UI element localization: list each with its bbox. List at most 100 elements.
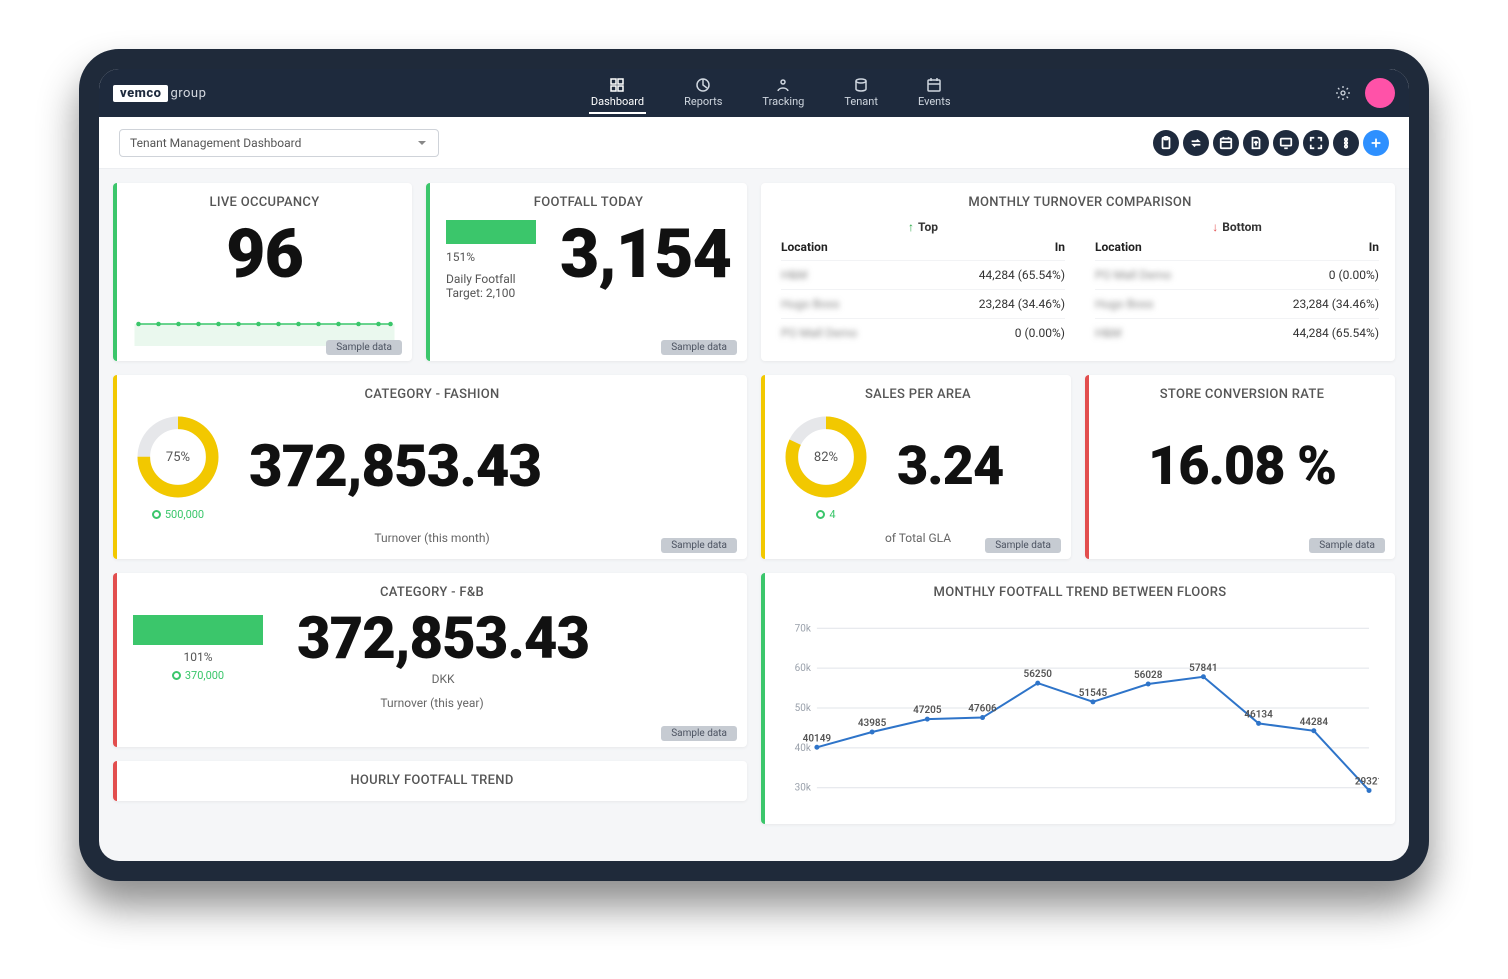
btn-clipboard[interactable] — [1153, 130, 1179, 156]
card-title: SALES PER AREA — [781, 387, 1055, 402]
nav-events[interactable]: Events — [916, 73, 953, 114]
svg-text:43985: 43985 — [858, 718, 887, 729]
donut-percent: 82% — [781, 412, 871, 502]
svg-text:47606: 47606 — [968, 704, 997, 715]
dashboard-selector[interactable]: Tenant Management Dashboard — [119, 129, 439, 157]
card-title: FOOTFALL TODAY — [446, 195, 731, 210]
svg-text:40149: 40149 — [803, 733, 832, 744]
cell-location: H&M — [781, 261, 914, 290]
dashboard-grid: LIVE OCCUPANCY 96 Sample data FOOTFALL T… — [99, 169, 1409, 838]
card-title: MONTHLY TURNOVER COMPARISON — [781, 195, 1379, 210]
selector-value: Tenant Management Dashboard — [130, 136, 301, 150]
footfall-bar — [446, 220, 536, 244]
arrow-down-icon: ↓ — [1212, 220, 1218, 234]
reports-icon — [695, 77, 711, 93]
svg-text:56028: 56028 — [1134, 670, 1163, 681]
svg-text:70k: 70k — [795, 623, 812, 634]
fb-bar — [133, 615, 263, 645]
gear-icon[interactable] — [1335, 85, 1351, 101]
chevron-down-icon — [416, 137, 428, 149]
cell-in: 23,284 (34.46%) — [1228, 290, 1379, 319]
donut-percent: 75% — [133, 412, 223, 502]
th-in: In — [1228, 234, 1379, 261]
card-conversion-rate: STORE CONVERSION RATE 16.08 % Sample dat… — [1085, 375, 1395, 559]
btn-add[interactable] — [1363, 130, 1389, 156]
svg-text:44284: 44284 — [1300, 717, 1329, 728]
footfall-percent: 151% — [446, 250, 536, 264]
card-monthly-turnover: MONTHLY TURNOVER COMPARISON ↑Top Locatio… — [761, 183, 1395, 361]
footfall-value: 3,154 — [560, 220, 731, 288]
svg-text:47205: 47205 — [913, 705, 942, 716]
sample-badge: Sample data — [661, 726, 737, 741]
card-live-occupancy: LIVE OCCUPANCY 96 Sample data — [113, 183, 412, 361]
card-title: HOURLY FOOTFALL TREND — [133, 773, 731, 788]
btn-display[interactable] — [1273, 130, 1299, 156]
cell-in: 23,284 (34.46%) — [914, 290, 1065, 319]
cell-location: H&M — [1095, 319, 1228, 348]
card-sales-per-area: SALES PER AREA 82% 4 3.24 — [761, 375, 1071, 559]
donut-legend: 500,000 — [165, 508, 204, 521]
cell-in: 0 (0.00%) — [914, 319, 1065, 348]
sales-donut: 82% — [781, 412, 871, 502]
nav-label: Dashboard — [591, 95, 644, 108]
fb-value: 372,853.43 — [297, 610, 589, 668]
sales-value: 3.24 — [897, 440, 1003, 494]
card-title: STORE CONVERSION RATE — [1105, 387, 1379, 402]
conversion-value: 16.08 % — [1148, 440, 1336, 494]
legend-ring-icon — [152, 510, 161, 519]
btn-switch[interactable] — [1183, 130, 1209, 156]
nav-tenant[interactable]: Tenant — [842, 73, 880, 114]
table-row: PO Mall Demo0 (0.00%) — [781, 319, 1065, 348]
turnover-top-table: LocationIn H&M44,284 (65.54%) Hugo Boss2… — [781, 234, 1065, 347]
cell-location: Hugo Boss — [1095, 290, 1228, 319]
nav-reports[interactable]: Reports — [682, 73, 724, 114]
brand-light: group — [170, 86, 206, 101]
donut-legend: 4 — [829, 508, 835, 521]
svg-text:57841: 57841 — [1189, 663, 1217, 674]
th-location: Location — [781, 234, 914, 261]
svg-text:60k: 60k — [795, 663, 812, 674]
brand-bold: vemco — [113, 85, 168, 102]
legend-ring-icon — [816, 510, 825, 519]
svg-text:46134: 46134 — [1244, 709, 1273, 720]
fb-legend: 370,000 — [185, 669, 224, 682]
card-title: CATEGORY - FASHION — [133, 387, 731, 402]
nav-label: Reports — [684, 95, 722, 108]
table-row: H&M44,284 (65.54%) — [1095, 319, 1379, 348]
nav-label: Tracking — [762, 95, 804, 108]
footfall-sub1: Daily Footfall — [446, 272, 536, 286]
cell-in: 0 (0.00%) — [1228, 261, 1379, 290]
occupancy-value: 96 — [226, 220, 303, 288]
nav-label: Events — [918, 95, 951, 108]
nav-dashboard[interactable]: Dashboard — [589, 73, 646, 114]
fashion-donut: 75% — [133, 412, 223, 502]
cell-in: 44,284 (65.54%) — [914, 261, 1065, 290]
nav-tracking[interactable]: Tracking — [760, 73, 806, 114]
table-row: Hugo Boss23,284 (34.46%) — [1095, 290, 1379, 319]
card-title: LIVE OCCUPANCY — [133, 195, 396, 210]
tenant-icon — [853, 77, 869, 93]
nav-label: Tenant — [844, 95, 878, 108]
caption: Turnover (this month) — [133, 531, 731, 545]
card-title: MONTHLY FOOTFALL TREND BETWEEN FLOORS — [781, 585, 1379, 600]
avatar[interactable] — [1365, 78, 1395, 108]
svg-text:51545: 51545 — [1079, 688, 1108, 699]
th-in: In — [914, 234, 1065, 261]
line-chart: 30k40k50k60k70k4014943985472054760656250… — [781, 610, 1379, 810]
device-frame: vemco group Dashboard Reports Tracking T… — [79, 49, 1429, 881]
cell-location: PO Mall Demo — [781, 319, 914, 348]
sample-badge: Sample data — [985, 538, 1061, 553]
btn-fullscreen[interactable] — [1303, 130, 1329, 156]
cell-location: PO Mall Demo — [1095, 261, 1228, 290]
dashboard-icon — [609, 77, 625, 93]
table-row: Hugo Boss23,284 (34.46%) — [781, 290, 1065, 319]
card-category-fashion: CATEGORY - FASHION 75% 500,000 372,853.4… — [113, 375, 747, 559]
top-bar: vemco group Dashboard Reports Tracking T… — [99, 69, 1409, 117]
btn-export[interactable] — [1243, 130, 1269, 156]
bottom-label: Bottom — [1222, 220, 1262, 234]
cell-in: 44,284 (65.54%) — [1228, 319, 1379, 348]
caption: Turnover (this year) — [133, 696, 731, 710]
btn-more[interactable] — [1333, 130, 1359, 156]
main-nav: Dashboard Reports Tracking Tenant Events — [206, 73, 1335, 114]
btn-calendar[interactable] — [1213, 130, 1239, 156]
